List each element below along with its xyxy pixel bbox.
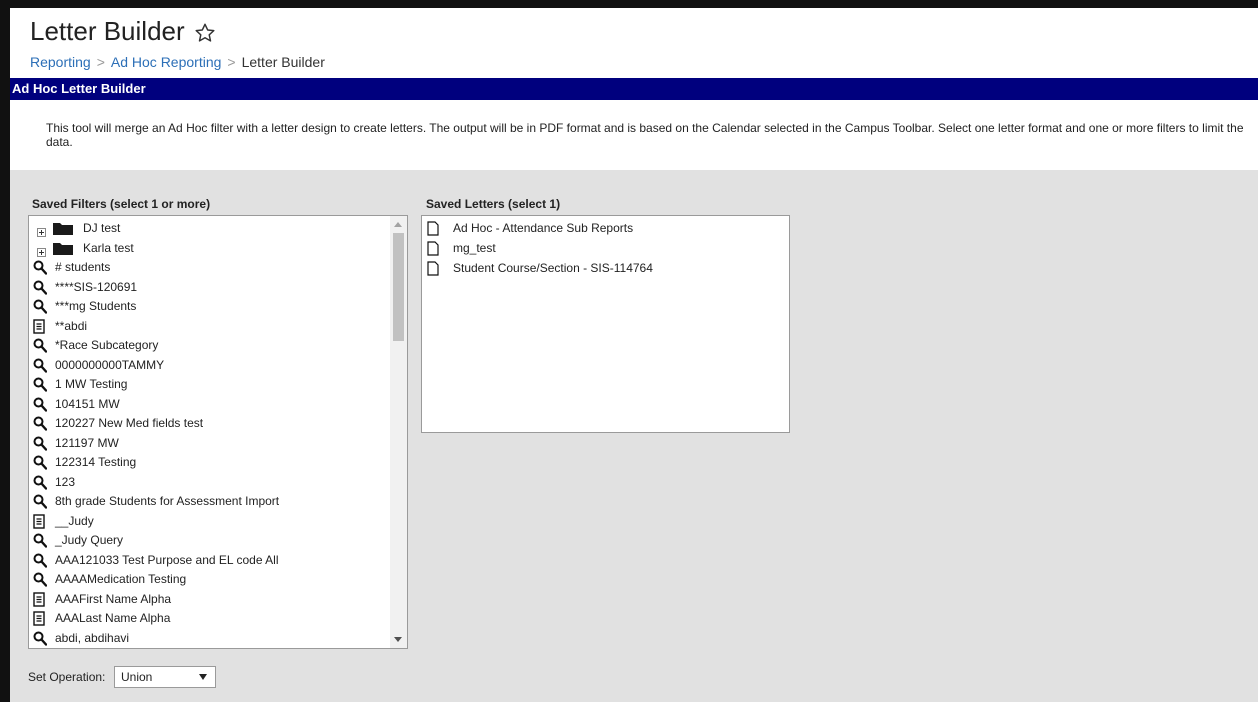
filter-name: 0000000000TAMMY (55, 357, 165, 372)
folder-icon (53, 221, 73, 236)
filter-name: ****SIS-120691 (55, 279, 138, 294)
expand-icon[interactable] (37, 244, 46, 257)
letter-name: mg_test (453, 241, 496, 255)
page-icon (427, 261, 441, 276)
magnifier-icon (33, 377, 48, 392)
saved-letters-label: Saved Letters (select 1) (426, 197, 561, 211)
set-operation-select[interactable]: Union (114, 666, 216, 688)
set-operation-value: Union (121, 670, 153, 684)
scrollbar-thumb[interactable] (393, 233, 404, 341)
magnifier-icon (33, 299, 48, 314)
magnifier-icon (33, 397, 48, 412)
filter-name: # students (55, 260, 111, 274)
document-icon (33, 591, 47, 607)
filter-name: Karla test (83, 240, 134, 255)
magnifier-icon (33, 260, 48, 275)
page-icon (427, 221, 441, 236)
filter-name: 122314 Testing (55, 455, 137, 469)
builder-panel: Saved Filters (select 1 or more) Saved L… (10, 170, 1258, 702)
scroll-down-arrow-icon[interactable] (394, 637, 402, 642)
filter-name: ***mg Students (55, 299, 137, 313)
filter-name: abdi, abdihavi (55, 630, 130, 645)
magnifier-icon (33, 475, 48, 490)
magnifier-icon (33, 494, 48, 509)
folder-icon (53, 241, 73, 256)
filter-name: 1 MW Testing (55, 377, 128, 391)
magnifier-icon (33, 572, 48, 587)
letter-name: Ad Hoc - Attendance Sub Reports (453, 221, 634, 235)
magnifier-icon (33, 455, 48, 470)
filter-name: 8th grade Students for Assessment Import (55, 494, 280, 508)
page-header: Letter Builder Reporting > Ad Hoc Reportin… (10, 8, 1258, 78)
filter-name: 120227 New Med fields test (55, 416, 204, 430)
filter-name: _Judy Query (55, 533, 124, 547)
page-title: Letter Builder (30, 16, 185, 46)
expand-icon[interactable] (37, 224, 46, 237)
magnifier-icon (33, 553, 48, 568)
description-text: This tool will merge an Ad Hoc filter wi… (46, 121, 1244, 149)
letter-name: Student Course/Section - SIS-114764 (453, 261, 653, 275)
filter-name: **abdi (55, 318, 88, 333)
magnifier-icon (33, 436, 48, 451)
breadcrumb-ad-hoc-reporting[interactable]: Ad Hoc Reporting (111, 54, 222, 70)
set-operation-label: Set Operation: (28, 670, 106, 684)
magnifier-icon (33, 631, 48, 646)
filter-name: AAAAMedication Testing (55, 572, 187, 586)
chevron-right-icon: > (227, 54, 236, 70)
window-top-border (0, 0, 1258, 8)
section-title: Ad Hoc Letter Builder (12, 81, 146, 96)
filter-name: AAALast Name Alpha (55, 611, 171, 625)
scroll-up-arrow-icon[interactable] (394, 222, 402, 227)
magnifier-icon (33, 338, 48, 353)
saved-filters-list[interactable]: DJ test Karla test # students ****SIS-12069… (28, 215, 408, 649)
magnifier-icon (33, 358, 48, 373)
breadcrumb: Reporting > Ad Hoc Reporting > Letter Builde… (30, 54, 325, 70)
magnifier-icon (33, 280, 48, 295)
dropdown-arrow-icon (199, 674, 207, 680)
filter-name: DJ test (83, 221, 121, 235)
filter-name: *Race Subcategory (55, 338, 159, 352)
description-area: This tool will merge an Ad Hoc filter wi… (10, 100, 1258, 170)
window-left-border (0, 0, 10, 702)
filters-scrollbar[interactable] (390, 216, 407, 648)
document-icon (33, 513, 47, 529)
filter-name: 121197 MW (55, 435, 119, 450)
magnifier-icon (33, 416, 48, 431)
filter-name: 104151 MW (55, 396, 120, 411)
star-icon[interactable] (194, 22, 216, 44)
chevron-right-icon: > (96, 54, 105, 70)
document-icon (33, 318, 47, 334)
filter-name: AAAFirst Name Alpha (55, 591, 172, 606)
saved-filters-label: Saved Filters (select 1 or more) (32, 197, 211, 211)
filter-name: 123 (55, 474, 76, 489)
filter-name: AAA121033 Test Purpose and EL code All (55, 552, 279, 567)
saved-letters-list[interactable]: Ad Hoc - Attendance Sub Reports mg_test St… (421, 215, 790, 433)
breadcrumb-reporting[interactable]: Reporting (30, 54, 91, 70)
section-header-bar: Ad Hoc Letter Builder (10, 78, 1258, 100)
page-icon (427, 241, 441, 256)
breadcrumb-current: Letter Builder (241, 54, 325, 70)
document-icon (33, 611, 47, 626)
filter-name: __Judy (55, 513, 94, 528)
magnifier-icon (33, 533, 48, 548)
